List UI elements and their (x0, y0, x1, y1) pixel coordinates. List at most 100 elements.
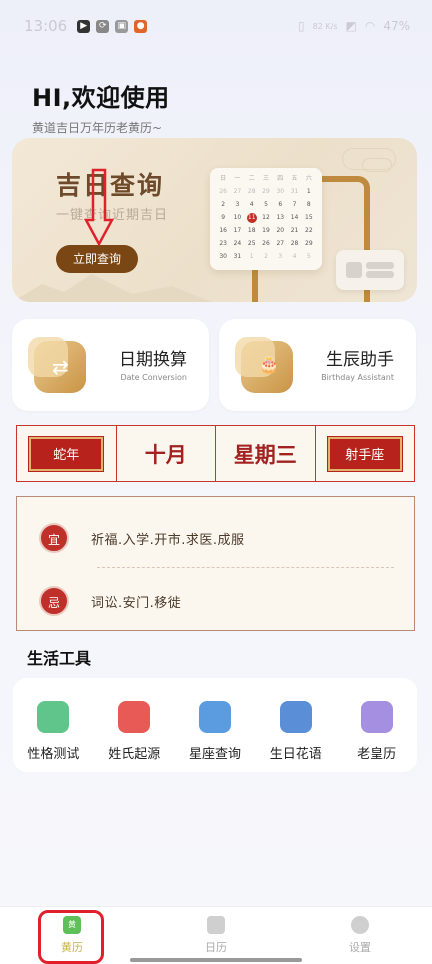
calendar-day: 3 (235, 201, 240, 208)
ji-text: 词讼.安门.移徙 (91, 595, 182, 611)
old-almanac-icon (360, 701, 393, 733)
divider (97, 567, 394, 568)
calendar-day: 12 (262, 214, 270, 221)
zodiac-year-cell: 蛇年 (17, 426, 117, 481)
constellation-icon (198, 701, 231, 733)
calendar-day: 22 (305, 227, 313, 234)
birthday-assistant-card[interactable]: 🎂 生辰助手 Birthday Assistant (219, 319, 416, 411)
tool-title: 生辰助手 (326, 350, 394, 370)
query-now-button[interactable]: 立即查询 (56, 245, 138, 273)
status-right: ▯ 82 K/s ◩ ◠ 47% (298, 19, 410, 33)
mini-calendar-grid: 日一二三四五六 26 27 28 29 30 31 1 2 3 4 5 6 7 8 9 10 11 12 13 14 15… (216, 174, 316, 262)
nav-calendar[interactable]: 日历 (144, 907, 288, 964)
calendar-day: 25 (247, 240, 256, 247)
weekday: 星期三 (216, 426, 316, 481)
calendar-icon (207, 916, 225, 934)
birthday-flower-button[interactable]: 生日花语 (255, 678, 336, 772)
calendar-day: 16 (219, 227, 227, 234)
old-almanac-button[interactable]: 老皇历 (336, 678, 417, 772)
nav-settings[interactable]: 设置 (288, 907, 432, 964)
calendar-day: 17 (233, 227, 242, 234)
ji-row: 忌 词讼.安门.移徙 (39, 586, 181, 616)
status-bar: 13:06 ▶ ⟳ ▣ ● ▯ 82 K/s ◩ ◠ 47% (0, 0, 432, 52)
date-info-bar: 蛇年 十月 星期三 射手座 (16, 425, 415, 482)
date-conversion-card[interactable]: ⇄ 日期换算 Date Conversion (12, 319, 209, 411)
app-notification-icon: ▶ (77, 19, 91, 33)
sim-icon: ◩ (345, 19, 357, 33)
calendar-weekday: 三 (262, 175, 269, 182)
battery-level: 47% (383, 19, 410, 33)
calendar-day: 20 (276, 227, 285, 234)
yi-ji-panel[interactable]: 宜 祈福.入学.开市.求医.成服 忌 词讼.安门.移徙 (16, 496, 415, 631)
tool-subtitle: Birthday Assistant (321, 373, 394, 382)
status-time: 13:06 (24, 17, 68, 35)
calendar-day: 14 (290, 214, 299, 221)
greeting-subtitle: 黄道吉日万年历老黄历~ (32, 121, 163, 135)
constellation-cell: 射手座 (316, 426, 415, 481)
calendar-day: 2 (264, 253, 268, 260)
birthday-cake-icon: 🎂 (235, 337, 293, 393)
tool-title: 日期换算 (119, 350, 187, 370)
calendar-day: 30 (219, 253, 227, 260)
calendar-day: 8 (306, 201, 311, 208)
lunar-month: 十月 (117, 426, 216, 481)
calendar-day: 29 (305, 240, 313, 247)
ji-badge: 忌 (39, 586, 69, 616)
yi-text: 祈福.入学.开市.求医.成服 (91, 532, 245, 548)
card-decoration (336, 250, 404, 290)
calendar-day: 1 (306, 188, 311, 195)
calendar-day: 28 (290, 240, 299, 247)
calendar-day: 19 (262, 227, 270, 234)
calendar-day: 4 (292, 253, 297, 260)
greeting-title: HI,欢迎使用 (32, 84, 170, 112)
personality-test-icon (37, 701, 70, 733)
life-tools-panel: 性格测试 姓氏起源 星座查询 生日花语 老皇历 (13, 678, 417, 772)
personality-test-button[interactable]: 性格测试 (13, 678, 94, 772)
auspicious-day-card[interactable]: 吉日查询 一键查询近期吉日 立即查询 日一二三四五六 26 27 28 29 30 31 1 2… (12, 138, 417, 302)
calendar-weekday: 日 (220, 175, 227, 182)
calendar-weekday: 六 (305, 175, 312, 182)
mini-calendar: 日一二三四五六 26 27 28 29 30 31 1 2 3 4 5 6 7 8 9 10 11 12 13 14 15… (210, 168, 322, 270)
birthday-flower-icon (279, 701, 312, 733)
calendar-weekday: 四 (277, 175, 284, 182)
calendar-weekday: 五 (291, 175, 298, 182)
calendar-day: 24 (233, 240, 242, 247)
constellation-query-button[interactable]: 星座查询 (175, 678, 256, 772)
calendar-day: 2 (221, 201, 226, 208)
surname-origin-button[interactable]: 姓氏起源 (94, 678, 175, 772)
calendar-day: 15 (305, 214, 313, 221)
calendar-day: 29 (262, 188, 270, 195)
app-notification-icon: ● (134, 19, 148, 33)
calendar-day: 31 (290, 188, 299, 195)
calendar-day: 28 (247, 188, 256, 195)
calendar-day: 6 (278, 201, 283, 208)
calendar-day: 11 (246, 213, 257, 223)
calendar-day: 30 (276, 188, 285, 195)
calendar-day: 4 (249, 201, 254, 208)
calendar-day: 5 (306, 253, 311, 260)
vibrate-icon: ▯ (298, 19, 305, 33)
calendar-day: 13 (276, 214, 285, 221)
calendar-day: 26 (262, 240, 270, 247)
swap-arrows-icon: ⇄ (28, 337, 86, 393)
app-notification-icon: ⟳ (96, 19, 110, 33)
calendar-day: 1 (249, 253, 254, 260)
cloud-decoration (362, 158, 392, 172)
surname-origin-icon (118, 701, 151, 733)
calendar-day: 3 (278, 253, 283, 260)
red-down-arrow-icon (84, 168, 114, 246)
yi-row: 宜 祈福.入学.开市.求医.成服 (39, 523, 245, 553)
calendar-day: 5 (264, 201, 268, 208)
tool-subtitle: Date Conversion (120, 373, 187, 382)
constellation: 射手座 (326, 435, 403, 472)
home-indicator[interactable] (130, 958, 302, 962)
calendar-day: 23 (219, 240, 227, 247)
yi-badge: 宜 (39, 523, 69, 553)
notification-icons: ▶ ⟳ ▣ ● (77, 19, 148, 33)
network-speed: 82 K/s (312, 21, 338, 31)
calendar-weekday: 二 (248, 175, 255, 182)
calendar-weekday: 一 (234, 175, 241, 182)
nav-label: 日历 (205, 941, 227, 954)
settings-gear-icon (351, 916, 369, 934)
section-title-life-tools: 生活工具 (27, 649, 92, 668)
